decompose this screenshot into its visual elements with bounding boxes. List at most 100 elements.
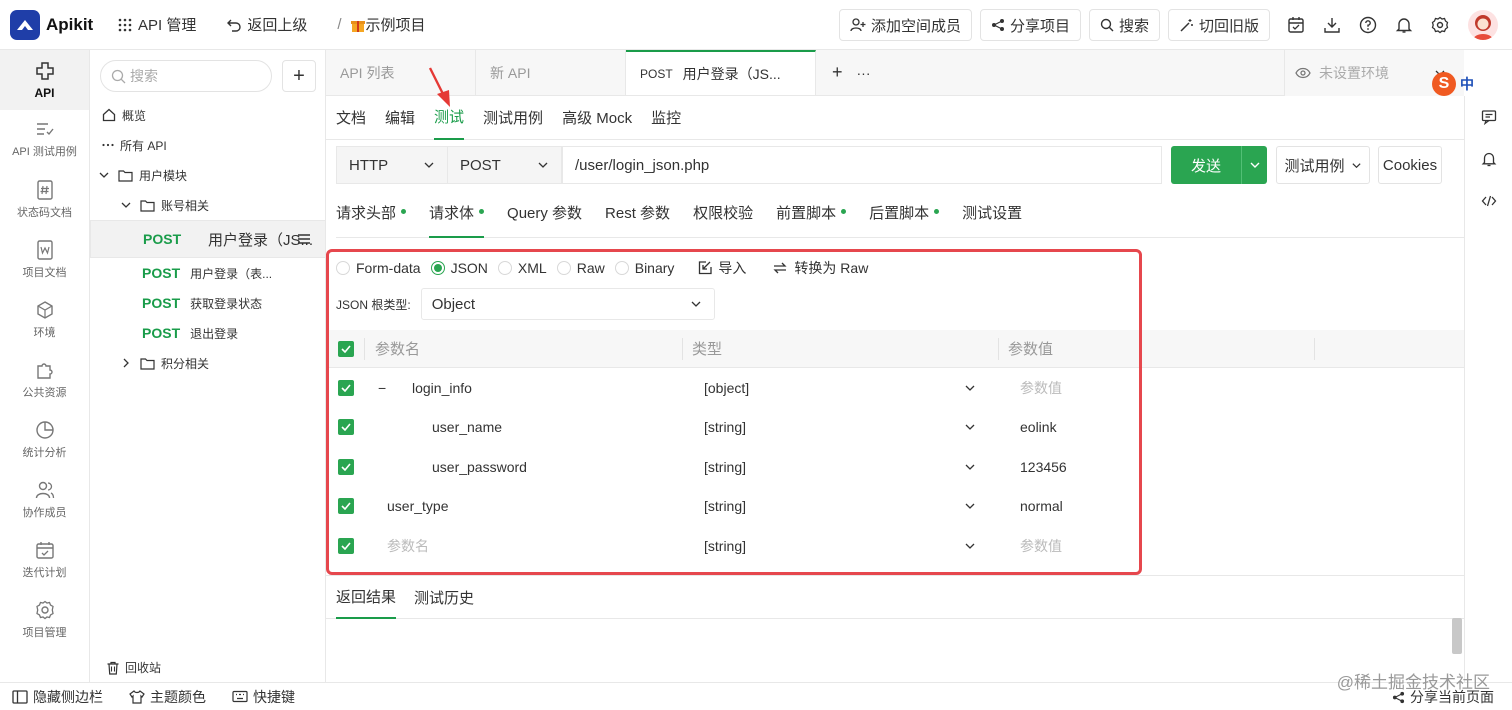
subtab-monitor[interactable]: 监控 (651, 96, 681, 140)
comment-button[interactable] (1465, 96, 1512, 138)
project-breadcrumb[interactable]: 示例项目 (350, 14, 426, 35)
main-panel: API 列表 新 API POST 用户登录（JS... + ··· 未设置环境… (326, 50, 1464, 682)
notification-button[interactable] (1386, 7, 1422, 43)
tree-folder-account[interactable]: 账号相关 (90, 190, 326, 220)
rail-label: 协作成员 (22, 507, 67, 519)
cookies-button[interactable]: Cookies (1378, 146, 1442, 184)
user-avatar[interactable] (1468, 10, 1498, 40)
calendar-check-button[interactable] (1278, 7, 1314, 43)
tree-folder-user-module[interactable]: 用户模块 (90, 160, 326, 190)
trash-icon (107, 661, 119, 675)
tree-item-overview[interactable]: 概览 (90, 100, 326, 130)
rail-item-stats[interactable]: 统计分析 (0, 410, 89, 470)
rail-item-status-code[interactable]: 状态码文档 (0, 170, 89, 230)
tab-new-api[interactable]: 新 API (476, 50, 626, 95)
switch-old-version-button[interactable]: 切回旧版 (1167, 9, 1270, 41)
tree-api-item[interactable]: POST 用户登录（JS... (90, 220, 326, 258)
api-icon (35, 62, 54, 80)
api-method: POST (142, 295, 181, 311)
rail-item-members[interactable]: 协作成员 (0, 470, 89, 530)
api-name: 获取登录状态 (190, 296, 263, 311)
tab-method: POST (640, 66, 673, 81)
api-method: POST (142, 265, 181, 281)
api-manage-menu[interactable]: API 管理 (118, 14, 196, 35)
method-value: POST (460, 156, 501, 174)
subscribe-button[interactable] (1465, 138, 1512, 180)
rail-item-iteration[interactable]: 迭代计划 (0, 530, 89, 590)
search-button[interactable]: 搜索 (1088, 9, 1160, 41)
apikit-logo-icon (10, 9, 40, 40)
reqtab-query[interactable]: Query 参数 (507, 202, 582, 238)
back-button[interactable]: 返回上级 (226, 14, 307, 35)
reqtab-settings[interactable]: 测试设置 (962, 202, 1022, 238)
chevron-down-icon (121, 202, 131, 208)
more-tabs-button[interactable]: ··· (843, 50, 871, 95)
reqtab-rest[interactable]: Rest 参数 (605, 202, 670, 238)
subtab-test-case[interactable]: 测试用例 (483, 96, 543, 140)
subtab-label: 监控 (651, 110, 682, 127)
add-api-button[interactable]: + (282, 60, 316, 92)
rail-label: 公共资源 (22, 387, 67, 399)
tree-folder-points[interactable]: 积分相关 (90, 348, 326, 378)
tab-test-history[interactable]: 测试历史 (414, 575, 474, 619)
reqtab-pre-script[interactable]: 前置脚本 (776, 202, 847, 238)
hide-sidebar-button[interactable]: 隐藏侧边栏 (12, 687, 103, 707)
keyboard-icon (232, 690, 248, 703)
protocol-select[interactable]: HTTP (336, 146, 448, 184)
rail-label: 状态码文档 (17, 207, 72, 219)
url-input[interactable]: /user/login_json.php (562, 146, 1162, 184)
reqtab-post-script[interactable]: 后置脚本 (869, 202, 940, 238)
theme-color-button[interactable]: 主题颜色 (129, 687, 206, 707)
share-project-button[interactable]: 分享项目 (979, 9, 1081, 41)
restab-label: 测试历史 (414, 589, 475, 607)
gift-icon (350, 20, 365, 32)
breadcrumb-separator: / (337, 16, 342, 33)
tab-response[interactable]: 返回结果 (336, 575, 397, 619)
add-member-button[interactable]: 添加空间成员 (838, 9, 972, 41)
shortcuts-button[interactable]: 快捷键 (232, 687, 295, 707)
reqtab-auth[interactable]: 权限校验 (693, 202, 753, 238)
drag-menu-icon[interactable] (297, 233, 311, 245)
send-button[interactable]: 发送 (1171, 146, 1267, 184)
code-button[interactable] (1465, 180, 1512, 222)
subtab-mock[interactable]: 高级 Mock (562, 96, 632, 140)
rail-item-env[interactable]: 环境 (0, 290, 89, 350)
search-icon (1100, 18, 1114, 32)
test-case-button[interactable]: 测试用例 (1276, 146, 1370, 184)
send-options-button[interactable] (1241, 146, 1267, 184)
settings-button[interactable] (1422, 7, 1458, 43)
rail-item-project-doc[interactable]: 项目文档 (0, 230, 89, 290)
eye-icon (1295, 67, 1311, 79)
download-button[interactable] (1314, 7, 1350, 43)
subtab-doc[interactable]: 文档 (336, 96, 366, 140)
reqtab-headers[interactable]: 请求头部 (336, 202, 407, 238)
search-placeholder: 搜索 (130, 68, 158, 84)
method-select[interactable]: POST (448, 146, 562, 184)
recycle-bin[interactable]: 回收站 (106, 659, 161, 676)
tree-search-input[interactable]: 搜索 (100, 60, 272, 92)
rail-item-project-manage[interactable]: 项目管理 (0, 590, 89, 650)
help-button[interactable] (1350, 7, 1386, 43)
rail-item-api[interactable]: API (0, 50, 89, 110)
tree-api-item[interactable]: POST 用户登录（表... (90, 258, 326, 288)
tree-api-item[interactable]: POST 退出登录 (90, 318, 326, 348)
tree-label: 用户模块 (139, 168, 188, 183)
app-logo[interactable]: Apikit (10, 9, 96, 40)
tree-item-all-api[interactable]: 所有 API (90, 130, 326, 160)
new-tab-button[interactable]: + (816, 50, 843, 95)
avatar-icon (1473, 15, 1493, 40)
scrollbar-thumb[interactable] (1452, 618, 1462, 654)
has-content-dot (479, 209, 485, 214)
tree-label: 所有 API (120, 138, 167, 153)
chevron-down-icon (1250, 162, 1259, 168)
subtab-edit[interactable]: 编辑 (385, 96, 415, 140)
chevron-down-icon (538, 162, 548, 168)
tree-api-item[interactable]: POST 获取登录状态 (90, 288, 326, 318)
theme-color-label: 主题颜色 (150, 688, 206, 705)
rail-item-test-case[interactable]: API 测试用例 (0, 110, 89, 170)
rail-item-public-resource[interactable]: 公共资源 (0, 350, 89, 410)
url-value: /user/login_json.php (575, 156, 710, 174)
reqtab-body[interactable]: 请求体 (429, 202, 485, 238)
test-case-icon (36, 123, 54, 136)
tab-user-login[interactable]: POST 用户登录（JS... (626, 50, 816, 95)
